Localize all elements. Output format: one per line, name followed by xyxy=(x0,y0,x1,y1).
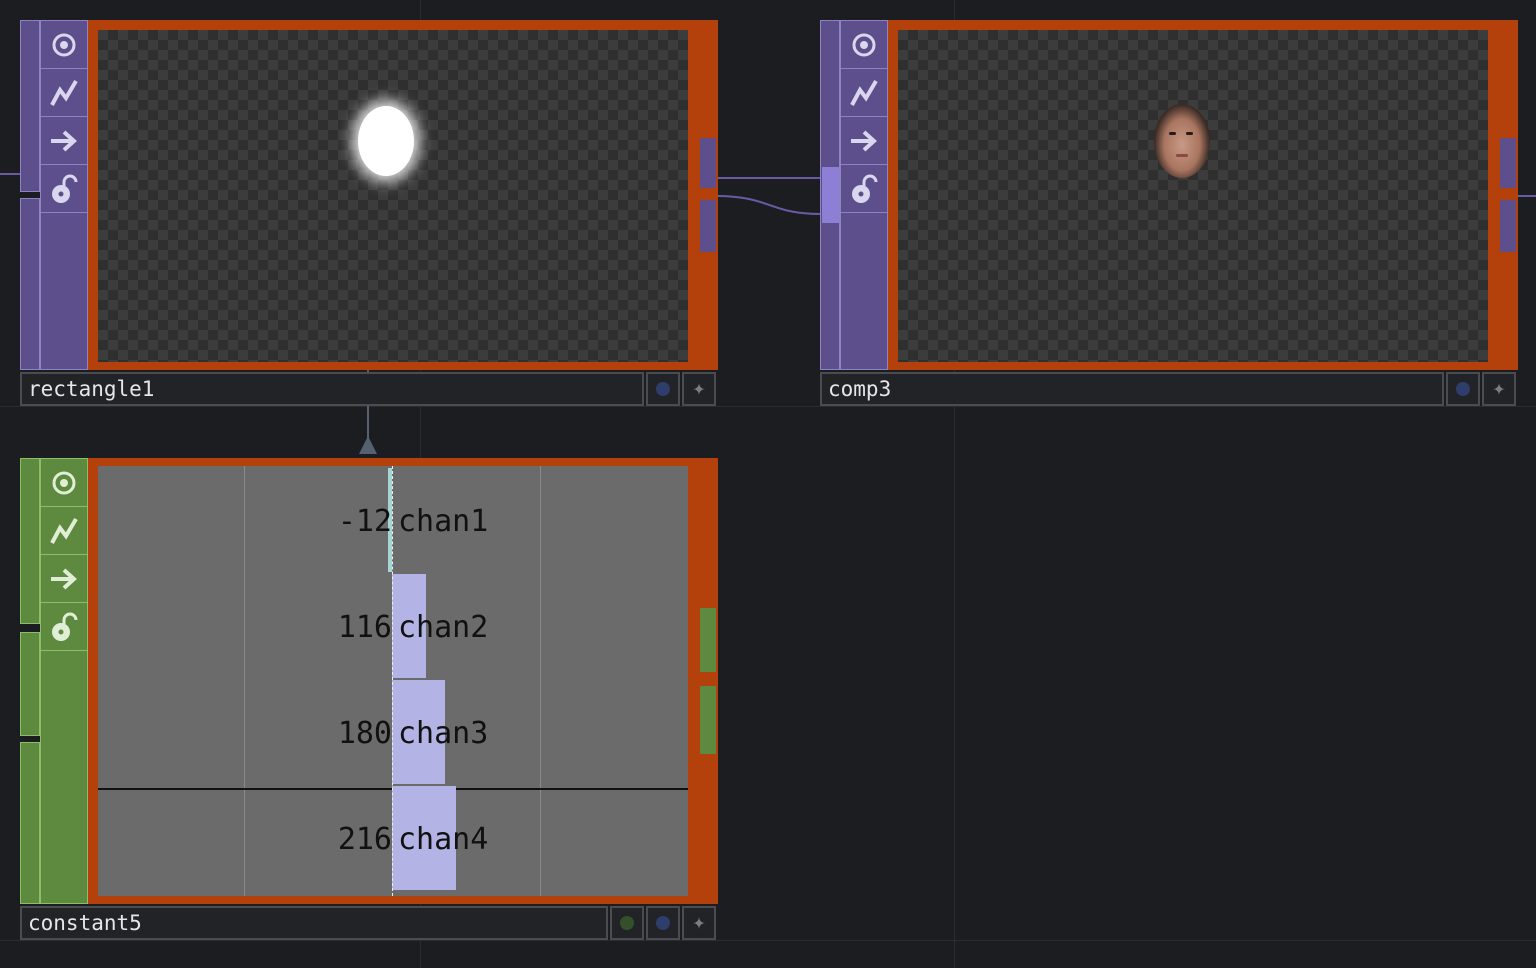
channel-name: chan3 xyxy=(398,716,489,751)
face-image xyxy=(1154,104,1210,178)
output-column xyxy=(698,20,718,370)
channel-name: chan1 xyxy=(398,504,489,539)
channel-value: -12 xyxy=(337,504,392,539)
node-viewer[interactable] xyxy=(88,20,698,370)
cook-indicator-button[interactable] xyxy=(610,906,644,940)
lock-icon[interactable] xyxy=(41,603,87,651)
ellipse-shape xyxy=(358,106,414,176)
dot-icon xyxy=(1456,382,1470,396)
dot-icon xyxy=(620,916,634,930)
node-flags-column xyxy=(40,458,88,904)
viewer-active-button[interactable] xyxy=(646,906,680,940)
add-button[interactable]: ✦ xyxy=(1482,372,1516,406)
top-preview xyxy=(898,30,1488,362)
input-connector[interactable] xyxy=(20,632,40,736)
node-flags-column xyxy=(40,20,88,370)
viewer-icon[interactable] xyxy=(841,21,887,69)
node-rectangle1[interactable] xyxy=(20,20,718,370)
viewer-active-button[interactable] xyxy=(646,372,680,406)
node-name-comp3[interactable]: comp3 xyxy=(820,372,1444,406)
node-name-constant5[interactable]: constant5 xyxy=(20,906,608,940)
channel-row[interactable]: 116 chan2 xyxy=(98,572,688,678)
output-column xyxy=(1498,20,1518,370)
output-connector[interactable] xyxy=(700,608,716,672)
input-connector[interactable] xyxy=(20,742,40,904)
node-constant5[interactable]: -12 chan1 116 chan2 180 chan3 216 chan4 xyxy=(20,458,718,904)
output-connector[interactable] xyxy=(700,200,716,252)
input-connector[interactable] xyxy=(20,198,40,370)
dot-icon xyxy=(656,382,670,396)
dot-icon xyxy=(656,916,670,930)
viewer-icon[interactable] xyxy=(41,21,87,69)
plus-icon: ✦ xyxy=(1492,376,1506,401)
output-connector[interactable] xyxy=(1500,138,1516,188)
export-arrow-icon xyxy=(359,436,377,454)
add-button[interactable]: ✦ xyxy=(682,906,716,940)
input-connector[interactable] xyxy=(20,458,40,624)
channel-name: chan2 xyxy=(398,610,489,645)
input-column xyxy=(820,20,840,370)
viewer-icon[interactable] xyxy=(41,459,87,507)
plus-icon: ✦ xyxy=(692,376,706,401)
top-preview xyxy=(98,30,688,362)
export-icon[interactable] xyxy=(841,117,887,165)
input-connector[interactable] xyxy=(20,20,40,192)
add-button[interactable]: ✦ xyxy=(682,372,716,406)
output-connector[interactable] xyxy=(700,686,716,754)
bypass-icon[interactable] xyxy=(841,69,887,117)
input-connector[interactable] xyxy=(822,167,839,223)
bypass-icon[interactable] xyxy=(41,69,87,117)
export-icon[interactable] xyxy=(41,555,87,603)
chop-preview: -12 chan1 116 chan2 180 chan3 216 chan4 xyxy=(98,466,688,896)
node-viewer[interactable] xyxy=(888,20,1498,370)
bypass-icon[interactable] xyxy=(41,507,87,555)
node-viewer[interactable]: -12 chan1 116 chan2 180 chan3 216 chan4 xyxy=(88,458,698,904)
output-column xyxy=(698,458,718,904)
channel-value: 116 xyxy=(337,610,392,645)
lock-icon[interactable] xyxy=(841,165,887,213)
export-icon[interactable] xyxy=(41,117,87,165)
lock-icon[interactable] xyxy=(41,165,87,213)
channel-row[interactable]: 180 chan3 xyxy=(98,678,688,784)
plus-icon: ✦ xyxy=(692,910,706,935)
node-name-rectangle1[interactable]: rectangle1 xyxy=(20,372,644,406)
channel-value: 180 xyxy=(337,716,392,751)
channel-name: chan4 xyxy=(398,822,489,857)
channel-row[interactable]: 216 chan4 xyxy=(98,784,688,890)
viewer-active-button[interactable] xyxy=(1446,372,1480,406)
wire-rectangle1-to-comp3-b[interactable] xyxy=(715,195,821,215)
output-connector[interactable] xyxy=(700,138,716,188)
node-comp3[interactable] xyxy=(820,20,1518,370)
output-connector[interactable] xyxy=(1500,200,1516,252)
node-flags-column xyxy=(840,20,888,370)
channel-row[interactable]: -12 chan1 xyxy=(98,466,688,572)
channel-value: 216 xyxy=(337,822,392,857)
